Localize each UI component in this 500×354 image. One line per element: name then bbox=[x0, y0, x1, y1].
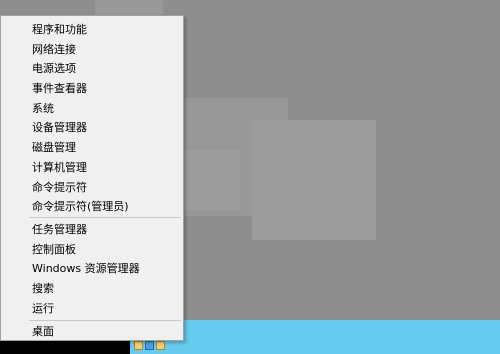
menu-item-power-options[interactable]: 电源选项 bbox=[1, 59, 183, 78]
menu-item-device-manager[interactable]: 设备管理器 bbox=[1, 118, 183, 137]
menu-item-control-panel[interactable]: 控制面板 bbox=[1, 240, 183, 259]
winx-context-menu: 程序和功能 网络连接 电源选项 事件查看器 系统 设备管理器 磁盘管理 计算机管… bbox=[0, 15, 184, 341]
menu-item-command-prompt[interactable]: 命令提示符 bbox=[1, 178, 183, 197]
menu-item-system[interactable]: 系统 bbox=[1, 99, 183, 118]
menu-item-computer-management[interactable]: 计算机管理 bbox=[1, 158, 183, 177]
menu-item-desktop[interactable]: 桌面 bbox=[1, 322, 183, 341]
menu-item-network-connections[interactable]: 网络连接 bbox=[1, 40, 183, 59]
menu-item-programs-features[interactable]: 程序和功能 bbox=[1, 20, 183, 39]
menu-item-file-explorer[interactable]: Windows 资源管理器 bbox=[1, 259, 183, 278]
menu-item-search[interactable]: 搜索 bbox=[1, 279, 183, 298]
menu-separator bbox=[29, 320, 181, 321]
menu-item-task-manager[interactable]: 任务管理器 bbox=[1, 220, 183, 239]
app-icon[interactable] bbox=[145, 340, 154, 350]
folder-icon[interactable] bbox=[156, 340, 165, 350]
menu-item-disk-management[interactable]: 磁盘管理 bbox=[1, 138, 183, 157]
menu-item-command-prompt-admin[interactable]: 命令提示符(管理员) bbox=[1, 197, 183, 216]
menu-item-run[interactable]: 运行 bbox=[1, 299, 183, 318]
menu-separator bbox=[29, 217, 181, 218]
folder-icon[interactable] bbox=[134, 340, 143, 350]
menu-item-event-viewer[interactable]: 事件查看器 bbox=[1, 79, 183, 98]
desktop: 程序和功能 网络连接 电源选项 事件查看器 系统 设备管理器 磁盘管理 计算机管… bbox=[0, 0, 500, 354]
desktop-shape bbox=[252, 120, 376, 240]
